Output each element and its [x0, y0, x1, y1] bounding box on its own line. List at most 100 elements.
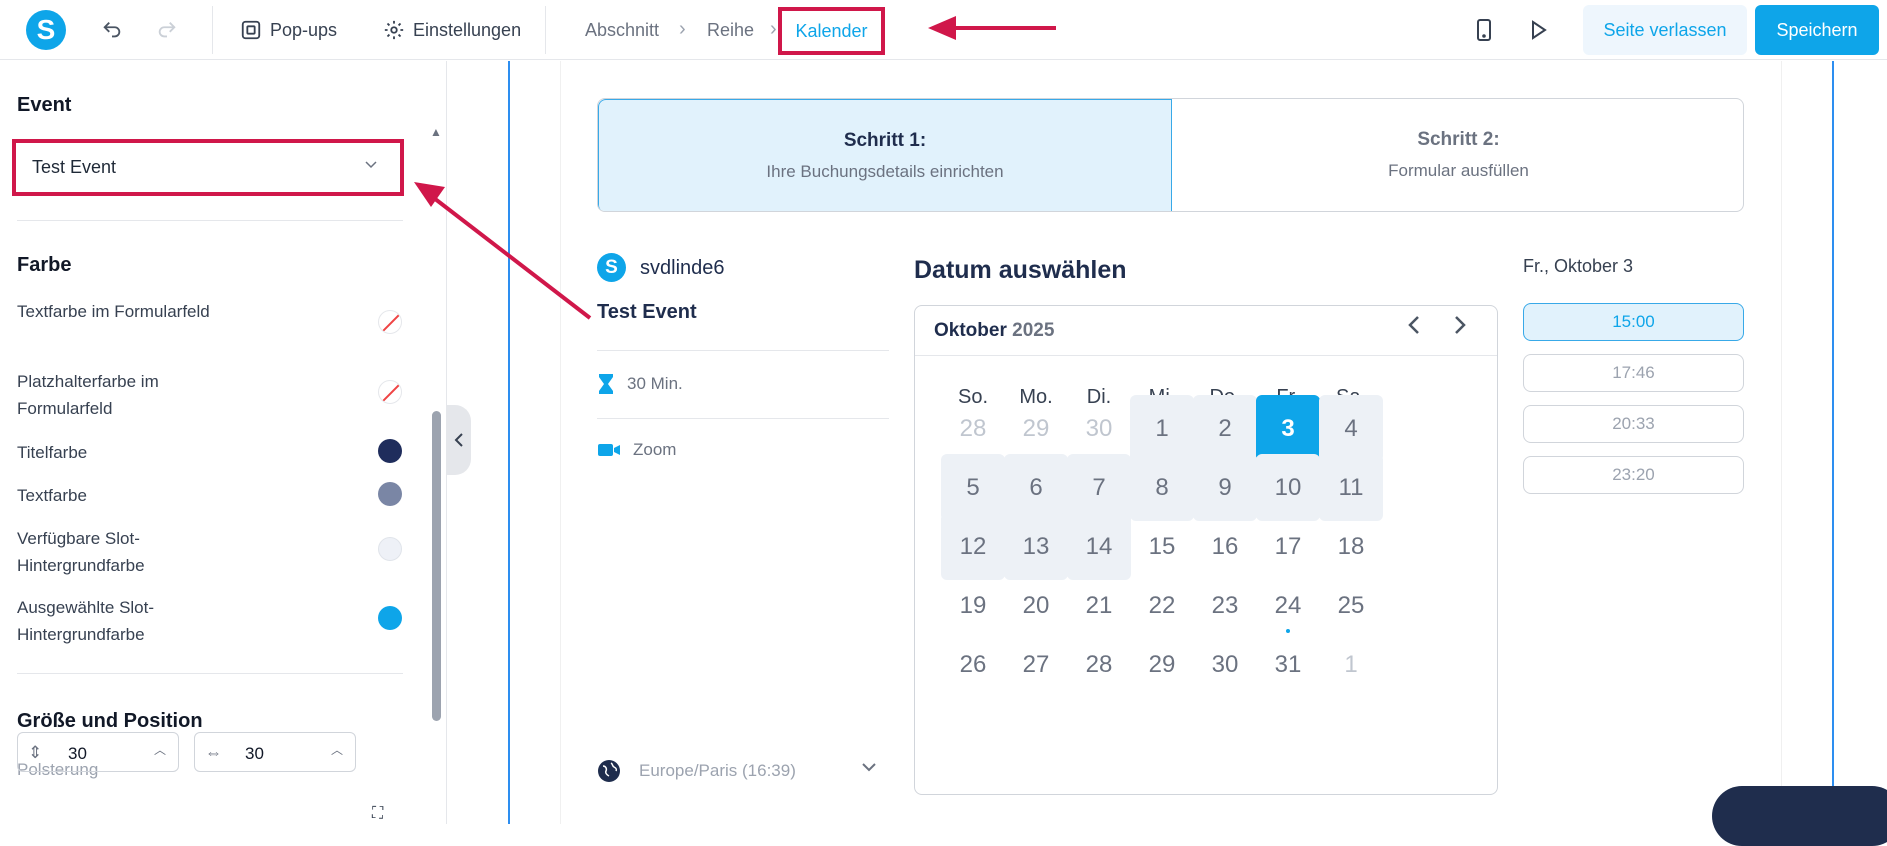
calendar-day[interactable]: 4 — [1319, 395, 1383, 462]
breadcrumb-calendar-label: Kalender — [795, 20, 868, 41]
leave-page-button[interactable]: Seite verlassen — [1583, 5, 1747, 55]
calendar-day[interactable]: 1 — [1130, 395, 1194, 462]
calendar-day[interactable]: 13 — [1004, 513, 1068, 580]
calendar-day[interactable]: 22 — [1130, 572, 1194, 639]
popups-button[interactable]: Pop-ups — [240, 16, 337, 44]
calendar-day[interactable]: 27 — [1004, 631, 1068, 698]
logo-letter: S — [36, 14, 56, 45]
calendar-month-label: Oktober 2025 — [934, 320, 1054, 342]
calendar-day[interactable]: 24 — [1256, 572, 1320, 639]
color-swatch-title[interactable] — [378, 439, 402, 463]
event-heading: Event — [17, 94, 72, 116]
stepper-up-icon[interactable]: ︿ — [154, 741, 166, 758]
calendar-day[interactable]: 17 — [1256, 513, 1320, 580]
calendar-day[interactable]: 18 — [1319, 513, 1383, 580]
divider — [17, 220, 403, 221]
calendar-day[interactable]: 2 — [1193, 395, 1257, 462]
calendar-day[interactable]: 16 — [1193, 513, 1257, 580]
chevron-down-icon — [861, 759, 877, 775]
calendar-day[interactable]: 26 — [941, 631, 1005, 698]
prev-month-icon[interactable] — [1407, 314, 1421, 343]
canvas-guide-right — [1832, 61, 1834, 824]
chevron-right-icon: › — [679, 18, 686, 40]
popup-icon — [241, 20, 261, 40]
calendar-day[interactable]: 20 — [1004, 572, 1068, 639]
calendar-day[interactable]: 14 — [1067, 513, 1131, 580]
breadcrumb-calendar[interactable]: Kalender — [778, 7, 885, 55]
step-2-subtitle: Formular ausfüllen — [1388, 161, 1529, 180]
calendar-day[interactable]: 8 — [1130, 454, 1194, 521]
time-slot[interactable]: 20:33 — [1523, 405, 1744, 443]
color-swatch-none[interactable] — [378, 310, 402, 334]
redo-icon[interactable] — [153, 16, 181, 44]
calendar-day[interactable]: 12 — [941, 513, 1005, 580]
timezone-select[interactable]: Europe/Paris (16:39) — [597, 759, 877, 783]
stepper-up-icon[interactable]: ︿ — [331, 741, 343, 758]
color-label: Textfarbe im Formularfeld — [17, 302, 210, 321]
event-select-value: Test Event — [32, 157, 117, 177]
step-1[interactable]: Schritt 1: Ihre Buchungsdetails einricht… — [598, 99, 1172, 211]
color-label: Ausgewählte Slot-Hintergrundfarbe — [17, 598, 155, 644]
color-swatch-text[interactable] — [378, 482, 402, 506]
calendar-header: Oktober 2025 — [915, 306, 1497, 356]
divider — [597, 418, 889, 419]
calendar-day[interactable]: 15 — [1130, 513, 1194, 580]
calendar-day[interactable]: 30 — [1193, 631, 1257, 698]
calendar-day[interactable]: 19 — [941, 572, 1005, 639]
calendar-day[interactable]: 25 — [1319, 572, 1383, 639]
breadcrumb-row[interactable]: Reihe — [707, 20, 754, 41]
time-slot-selected[interactable]: 15:00 — [1523, 303, 1744, 341]
calendar-day: 1 — [1344, 650, 1358, 678]
time-slot[interactable]: 23:20 — [1523, 456, 1744, 494]
time-slot[interactable]: 17:46 — [1523, 354, 1744, 392]
divider — [597, 350, 889, 351]
hourglass-icon — [599, 374, 613, 394]
event-title: Test Event — [597, 301, 697, 323]
selected-date-label: Fr., Oktober 3 — [1523, 256, 1634, 276]
collapse-sidebar-button[interactable] — [447, 405, 471, 475]
month-name: Oktober — [934, 320, 1007, 341]
color-label: Verfügbare Slot-Hintergrundfarbe — [17, 529, 145, 575]
expand-icon[interactable]: ⛶ — [372, 805, 383, 823]
color-swatch-selected-slot[interactable] — [378, 606, 402, 630]
leave-page-label: Seite verlassen — [1603, 19, 1727, 40]
padding-horizontal-input[interactable]: ⇔ 30 ︿ — [194, 732, 356, 772]
sidebar-scrollbar[interactable] — [432, 411, 441, 721]
year-name: 2025 — [1012, 320, 1055, 341]
play-icon[interactable] — [1524, 16, 1552, 44]
next-month-icon[interactable] — [1453, 314, 1467, 343]
color-label: Textfarbe — [17, 486, 87, 505]
event-select[interactable]: Test Event — [12, 139, 404, 196]
help-widget[interactable] — [1712, 786, 1887, 846]
calendar-day[interactable]: 23 — [1193, 572, 1257, 639]
calendar-day[interactable]: 6 — [1004, 454, 1068, 521]
color-swatch-none[interactable] — [378, 380, 402, 404]
padding-vertical-input[interactable]: ⇕ 30 ︿ — [17, 732, 179, 772]
calendar-day[interactable]: 10 — [1256, 454, 1320, 521]
calendar-day[interactable]: 21 — [1067, 572, 1131, 639]
calendar-day[interactable]: 31 — [1256, 631, 1320, 698]
calendar-grid: Oktober 2025 So.Mo.Di.Mi.Do.Fr.Sa.282930… — [914, 305, 1498, 795]
calendar-day[interactable]: 9 — [1193, 454, 1257, 521]
calendar-day[interactable]: 7 — [1067, 454, 1131, 521]
calendar-day[interactable]: 29 — [1130, 631, 1194, 698]
color-swatch-available-slot[interactable] — [378, 537, 402, 561]
location-text: Zoom — [633, 440, 677, 459]
divider — [17, 673, 403, 674]
scroll-up-icon[interactable]: ▲ — [430, 125, 442, 139]
calendar-day[interactable]: 28 — [1067, 631, 1131, 698]
calendar-day[interactable]: 11 — [1319, 454, 1383, 521]
undo-icon[interactable] — [98, 16, 126, 44]
save-button[interactable]: Speichern — [1755, 5, 1879, 55]
calendar-day[interactable]: 5 — [941, 454, 1005, 521]
mobile-icon[interactable] — [1470, 16, 1498, 44]
step-2[interactable]: Schritt 2: Formular ausfüllen — [1172, 99, 1743, 211]
calendar-title: Datum auswählen — [914, 256, 1127, 284]
duration-text: 30 Min. — [627, 374, 683, 393]
breadcrumb-section[interactable]: Abschnitt — [585, 20, 659, 41]
padding-vertical-value: 30 — [68, 744, 87, 763]
settings-button[interactable]: Einstellungen — [383, 16, 521, 44]
chevron-left-icon — [454, 433, 463, 447]
calendar-day-selected[interactable]: 3 — [1256, 395, 1320, 462]
app-logo[interactable]: S — [26, 10, 66, 50]
